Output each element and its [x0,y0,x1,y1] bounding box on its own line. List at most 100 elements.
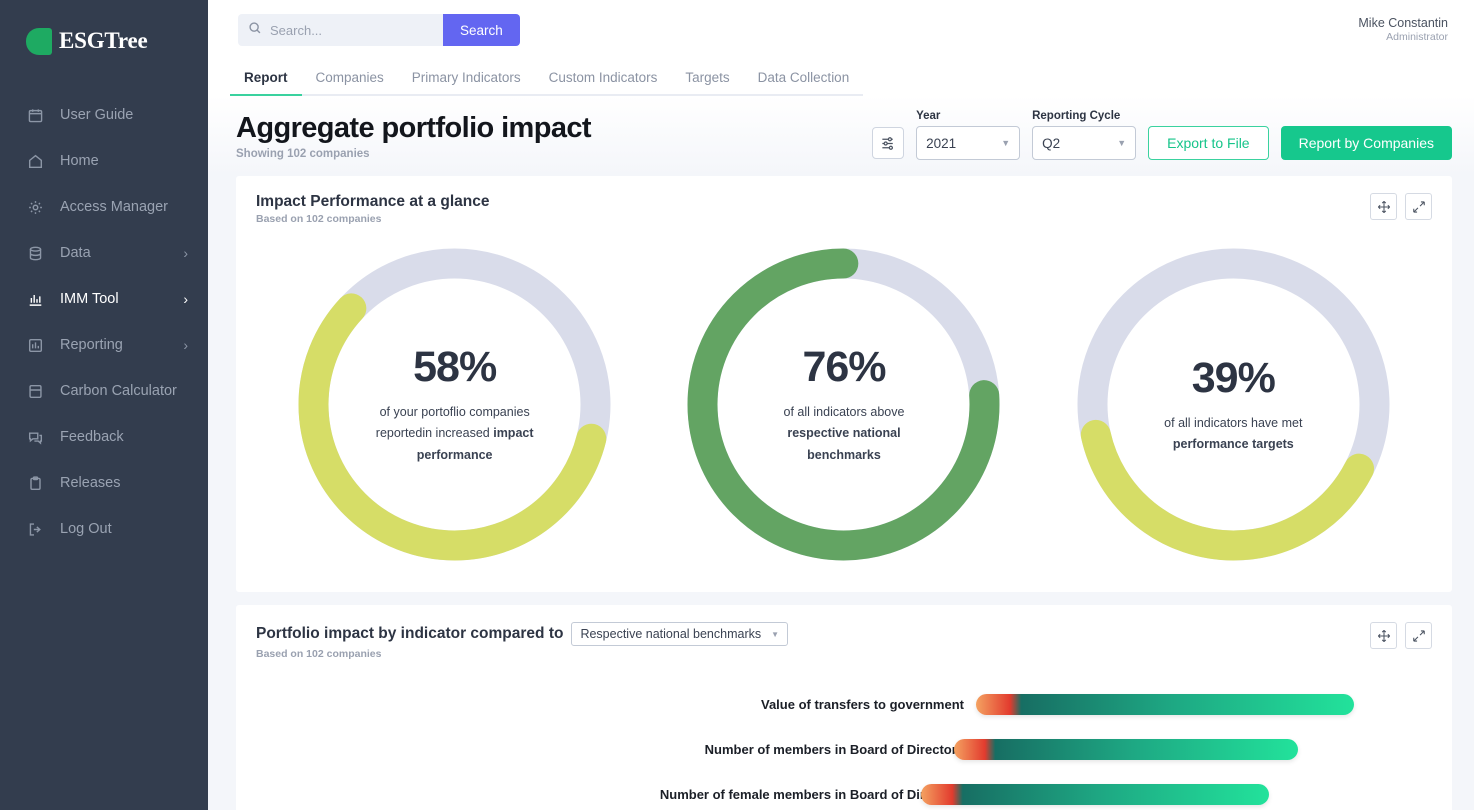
donut-chart-performance-targets: 39% of all indicators have met performan… [1076,247,1391,562]
report-icon [28,336,50,354]
donut-percent: 58% [413,343,496,392]
expand-icon[interactable] [1405,622,1432,649]
search-input[interactable] [270,23,420,38]
brand-name: ESGTree [59,28,147,54]
sidebar-item-imm-tool[interactable]: IMM Tool › [0,276,208,322]
app-root: ESGTree User Guide Home Access Manager D… [0,0,1474,810]
table-row: Value of transfers to government [236,682,1452,727]
card-header: Impact Performance at a glance Based on … [236,176,1452,225]
caption-line3-bold: targets [1252,437,1294,451]
sidebar-item-user-guide[interactable]: User Guide [0,92,208,138]
donut-caption: of all indicators above respective natio… [752,402,935,467]
home-icon [28,152,50,170]
card-subtitle: Based on 102 companies [256,213,489,225]
reporting-cycle-select[interactable]: Q2 ▼ [1032,126,1136,160]
card-title: Impact Performance at a glance [256,193,489,211]
brand-logo[interactable]: ESGTree [0,16,208,60]
caption-line2-bold: respective [787,426,849,440]
bar-label: Number of members in Board of Directors [236,742,976,757]
card-title-block: Portfolio impact by indicator compared t… [256,622,788,660]
user-info[interactable]: Mike Constantin Administrator [1358,16,1452,45]
database-icon [28,244,50,262]
donut-chart-portfolio-impact: 58% of your portoflio companies reported… [297,247,612,562]
chevron-right-icon: › [183,337,188,353]
tab-bar: Report Companies Primary Indicators Cust… [208,60,1474,96]
bar-fill[interactable] [976,694,1354,715]
tab-report[interactable]: Report [230,70,302,96]
sidebar-item-releases[interactable]: Releases [0,460,208,506]
sidebar-label: Carbon Calculator [60,383,177,399]
report-by-companies-button[interactable]: Report by Companies [1281,126,1452,160]
clipboard-icon [28,474,50,492]
caption-line2-bold: performance [1173,437,1249,451]
cycle-label: Reporting Cycle [1032,110,1136,122]
caption-line2-plain: have met [1251,416,1302,430]
page-title: Aggregate portfolio impact [236,113,591,145]
chevron-right-icon: › [183,291,188,307]
card-header: Portfolio impact by indicator compared t… [236,605,1452,660]
filter-sliders-icon[interactable] [872,127,904,159]
caption-line2-plain: reportedin increased [376,426,493,440]
user-name: Mike Constantin [1358,16,1448,32]
caption-line1: of your portoflio companies [380,405,530,419]
bar-chart-icon [28,290,50,308]
bar-track [976,694,1354,715]
page-title-block: Aggregate portfolio impact Showing 102 c… [236,113,591,160]
search-button[interactable]: Search [443,14,520,46]
table-row: Number of female members in Board of Dir… [236,772,1452,810]
tab-targets[interactable]: Targets [671,70,743,96]
search-box[interactable] [238,14,443,46]
benchmark-value: Respective national benchmarks [580,627,761,641]
bar-label: Number of female members in Board of Dir… [236,787,976,802]
tab-primary-indicators[interactable]: Primary Indicators [398,70,535,96]
calculator-icon [28,382,50,400]
donut-percent: 76% [802,343,885,392]
move-icon[interactable] [1370,193,1397,220]
sidebar-label: Access Manager [60,199,168,215]
tab-data-collection[interactable]: Data Collection [744,70,864,96]
page-controls: Year 2021 ▼ Reporting Cycle Q2 ▼ Export … [872,110,1452,160]
caption-line1: of all indicators [1164,416,1247,430]
donut-caption: of all indicators have met performance t… [1142,413,1325,456]
cycle-value: Q2 [1042,136,1060,151]
main-content: Search Mike Constantin Administrator Rep… [208,0,1474,810]
donut-group: 58% of your portoflio companies reported… [236,225,1452,592]
bar-fill[interactable] [921,784,1269,805]
tab-companies[interactable]: Companies [302,70,398,96]
sidebar-item-access-manager[interactable]: Access Manager [0,184,208,230]
chevron-down-icon: ▼ [771,630,779,639]
year-label: Year [916,110,1020,122]
sidebar-label: Home [60,153,99,169]
export-to-file-button[interactable]: Export to File [1148,126,1268,160]
sidebar-item-feedback[interactable]: Feedback [0,414,208,460]
page-header: Aggregate portfolio impact Showing 102 c… [208,96,1474,176]
year-select[interactable]: 2021 ▼ [916,126,1020,160]
sidebar-label: IMM Tool [60,291,119,307]
caption-line1: of all indicators [784,405,867,419]
sidebar-item-log-out[interactable]: Log Out [0,506,208,552]
sidebar-item-carbon-calculator[interactable]: Carbon Calculator [0,368,208,414]
user-role: Administrator [1358,31,1448,44]
page-subtitle: Showing 102 companies [236,148,591,160]
benchmark-compare-select[interactable]: Respective national benchmarks ▼ [571,622,788,646]
chat-icon [28,428,50,446]
sidebar-label: User Guide [60,107,133,123]
expand-icon[interactable] [1405,193,1432,220]
gear-icon [28,198,50,216]
move-icon[interactable] [1370,622,1397,649]
donut-center: 58% of your portoflio companies reported… [297,247,612,562]
caption-line2-plain: above [870,405,904,419]
donut-caption: of your portoflio companies reportedin i… [363,402,546,467]
search-area: Search [238,14,520,46]
calendar-icon [28,106,50,124]
card-title-row: Portfolio impact by indicator compared t… [256,622,788,646]
caption-line2-bold: impact [493,426,533,440]
topbar: Search Mike Constantin Administrator [208,0,1474,60]
sidebar-item-data[interactable]: Data › [0,230,208,276]
tab-custom-indicators[interactable]: Custom Indicators [535,70,672,96]
sidebar-item-reporting[interactable]: Reporting › [0,322,208,368]
bar-fill[interactable] [954,739,1298,760]
sidebar-item-home[interactable]: Home [0,138,208,184]
card-title: Portfolio impact by indicator compared t… [256,625,563,643]
card-tools [1370,622,1432,649]
